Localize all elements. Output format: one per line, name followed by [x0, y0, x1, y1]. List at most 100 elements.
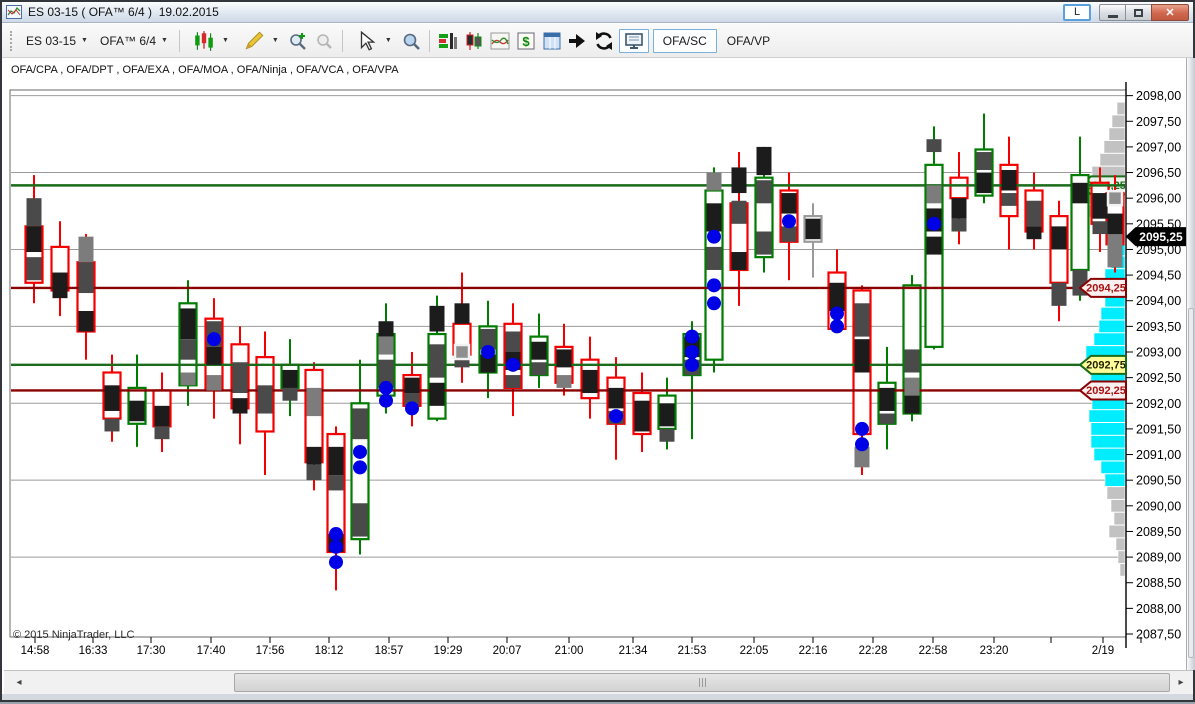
restore-icon	[1134, 9, 1143, 17]
ofa-volume-block	[952, 198, 967, 219]
ofa-volume-block	[1108, 234, 1123, 267]
volume-profile-bar	[1111, 500, 1125, 512]
ofa-volume-block	[732, 167, 747, 193]
minimize-button[interactable]	[1099, 4, 1125, 21]
ofa-sc-toggle[interactable]: OFA/SC	[653, 29, 717, 53]
price-tick-label: 2096,50	[1136, 166, 1181, 180]
zoom-in-icon	[288, 31, 308, 51]
time-tick-label: 14:58	[21, 645, 50, 657]
vertical-scrollbar-thumb[interactable]	[1188, 308, 1194, 658]
reload-data-button[interactable]	[593, 30, 615, 52]
restore-button[interactable]	[1125, 4, 1151, 21]
ofa-signal-dot	[707, 230, 721, 244]
go-to-latest-button[interactable]	[567, 30, 589, 52]
ofa-volume-block	[155, 426, 170, 439]
ofa-volume-block	[1093, 193, 1108, 219]
price-axis[interactable]: 2098,502098,002097,502097,002096,502096,…	[1126, 64, 1181, 642]
toolbar: ES 03-15 ▼ OFA™ 6/4 ▼ ▼ ▼	[2, 24, 1193, 58]
horizontal-scrollbar[interactable]: ◂ ▸	[4, 670, 1193, 694]
zoom-in-button[interactable]	[287, 30, 309, 52]
ofa-volume-block	[732, 201, 747, 224]
ofa-signal-dot	[855, 422, 869, 436]
vertical-scrollbar[interactable]	[1186, 58, 1195, 670]
time-axis[interactable]: 14:5816:3317:3017:4017:5618:1218:5719:29…	[21, 637, 1141, 657]
time-tick-label: 16:33	[79, 645, 108, 657]
ofa-volume-block	[79, 237, 94, 263]
price-tick-label: 2094,50	[1136, 269, 1181, 283]
ofa-open-square-marker	[455, 345, 469, 359]
market-analyzer-button[interactable]	[463, 30, 485, 52]
chart-region-button[interactable]	[489, 30, 511, 52]
pencil-icon	[243, 30, 265, 52]
chart-style-button[interactable]: ▼	[185, 27, 235, 55]
ofa-signal-dot	[707, 296, 721, 310]
ofa-volume-block	[757, 180, 772, 203]
volume-profile-bar	[1099, 320, 1125, 332]
svg-text:$: $	[522, 34, 530, 49]
symbol-selector[interactable]: ES 03-15 ▼	[20, 31, 94, 51]
ofa-vp-toggle[interactable]: OFA/VP	[719, 34, 778, 48]
ofa-volume-block	[1027, 201, 1042, 227]
cursor-tool-button[interactable]: ▼	[348, 27, 398, 55]
window-chart-icon	[6, 5, 22, 19]
ofa-signal-dot	[329, 540, 343, 554]
volume-profile-bar	[1120, 564, 1125, 576]
ofa-signal-dot	[379, 381, 393, 395]
data-panel-icon	[542, 31, 562, 51]
ofa-volume-block	[233, 398, 248, 413]
volume-profile-bar	[1094, 333, 1125, 345]
ofa-monitor-toggle[interactable]	[619, 29, 649, 53]
time-tick-label: 19:29	[434, 645, 463, 657]
scroll-right-arrow-icon[interactable]: ▸	[1172, 671, 1190, 694]
ofa-volume-block	[1027, 226, 1042, 239]
chevron-down-icon: ▼	[222, 37, 229, 44]
area-chart-icon	[490, 31, 510, 51]
ofa-volume-block	[707, 203, 722, 231]
ofa-signal-dot	[609, 409, 623, 423]
ofa-signal-dot	[782, 214, 796, 228]
data-box-button[interactable]	[400, 30, 422, 52]
ofa-signal-dot	[707, 278, 721, 292]
ofa-volume-block	[782, 226, 797, 241]
ofa-signal-dot	[329, 527, 343, 541]
ofa-chart-canvas[interactable]: 2096,252098,502098,002097,502097,002096,…	[2, 2, 1195, 704]
ofa-volume-block	[233, 362, 248, 393]
account-button[interactable]: $	[515, 30, 537, 52]
scrollbar-thumb[interactable]	[234, 673, 1170, 692]
ofa-volume-block	[1093, 221, 1108, 234]
volume-profile-bar	[1116, 538, 1125, 550]
chevron-down-icon: ▼	[385, 37, 392, 44]
interval-selector[interactable]: OFA™ 6/4 ▼	[94, 31, 174, 51]
minimize-icon	[1108, 15, 1118, 18]
toolbar-grip[interactable]	[10, 31, 14, 51]
chevron-down-icon: ▼	[81, 37, 88, 44]
drawing-tool-button[interactable]: ▼	[235, 27, 285, 55]
ofa-signal-dot	[685, 345, 699, 359]
ofa-volume-block	[27, 257, 42, 280]
price-tick-label: 2093,00	[1136, 346, 1181, 360]
scroll-left-arrow-icon[interactable]: ◂	[10, 671, 28, 694]
ofa-volume-block	[155, 406, 170, 427]
time-tick-label: 21:53	[678, 645, 707, 657]
dollar-icon: $	[516, 31, 536, 51]
volume-profile-bar	[1105, 474, 1125, 486]
ofa-volume-block	[1052, 226, 1067, 249]
ofa-volume-block	[105, 385, 120, 411]
link-button[interactable]: L	[1063, 4, 1091, 21]
zoom-out-button[interactable]	[313, 30, 335, 52]
volume-profile-bar	[1091, 423, 1125, 435]
titlebar[interactable]: ES 03-15 ( OFA™ 6/4 ) 19.02.2015 L ✕	[2, 2, 1193, 23]
chart-trader-button[interactable]	[437, 30, 459, 52]
close-button[interactable]: ✕	[1151, 4, 1189, 21]
plot-area[interactable]: 2096,25	[10, 96, 1126, 591]
toolbar-separator	[342, 30, 343, 52]
ofa-volume-block	[757, 232, 772, 255]
price-tick-label: 2088,50	[1136, 576, 1181, 590]
output-panel-button[interactable]	[541, 30, 563, 52]
time-tick-label: 21:34	[619, 645, 648, 657]
ofa-volume-block	[430, 383, 445, 406]
ofa-volume-block	[283, 370, 298, 388]
price-tick-label: 2096,00	[1136, 192, 1181, 206]
ofa-volume-block	[707, 247, 722, 270]
price-tick-label: 2090,50	[1136, 474, 1181, 488]
